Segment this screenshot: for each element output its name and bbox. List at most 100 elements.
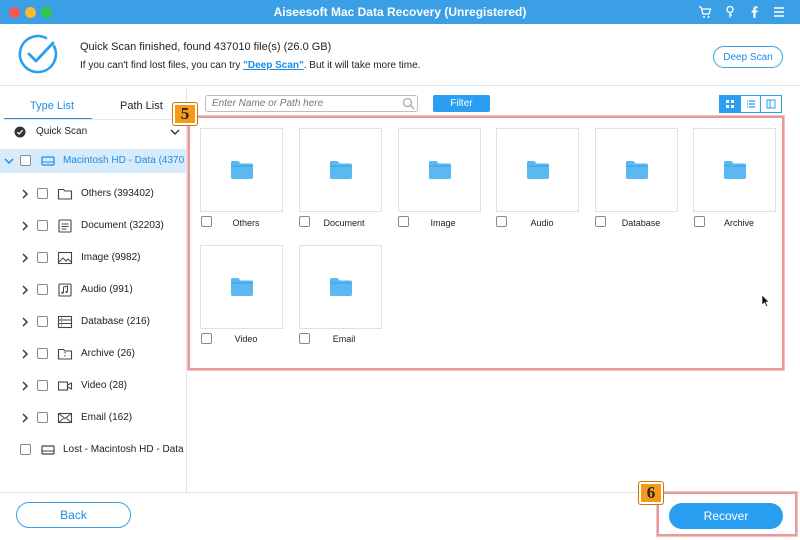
chevron-right-icon[interactable]	[20, 285, 30, 295]
sidebar-item-label: Audio (991)	[81, 284, 133, 295]
detail-view-icon[interactable]	[761, 96, 781, 112]
deep-scan-button[interactable]: Deep Scan	[713, 46, 783, 68]
menu-icon[interactable]	[771, 4, 787, 20]
audio-icon	[57, 283, 73, 297]
deep-scan-hint: If you can't find lost files, you can tr…	[80, 60, 420, 71]
grid-view-icon[interactable]	[720, 96, 741, 112]
window-title: Aiseesoft Mac Data Recovery (Unregistere…	[273, 5, 527, 19]
chevron-right-icon[interactable]	[20, 317, 30, 327]
sidebar-item-document[interactable]: Document (32203)	[0, 214, 186, 238]
back-button[interactable]: Back	[16, 502, 131, 528]
step-badge-6: 6	[639, 482, 663, 504]
mouse-cursor-icon	[761, 294, 770, 308]
quick-scan-row[interactable]: Quick Scan	[0, 120, 186, 144]
sidebar-item-audio[interactable]: Audio (991)	[0, 278, 186, 302]
filter-button[interactable]: Filter	[433, 95, 490, 112]
tile-others[interactable]	[200, 128, 283, 212]
folder-icon	[230, 161, 253, 179]
tile-database[interactable]	[595, 128, 678, 212]
email-icon	[57, 411, 73, 425]
sidebar-item-email[interactable]: Email (162)	[0, 406, 186, 430]
list-view-icon[interactable]	[741, 96, 762, 112]
sidebar-item-label: Archive (26)	[81, 348, 135, 359]
category-checkbox[interactable]	[37, 412, 48, 423]
sidebar-item-others[interactable]: Others (393402)	[0, 182, 186, 206]
hint-suffix: . But it will take more time.	[303, 60, 421, 71]
tile-document[interactable]	[299, 128, 382, 212]
scan-status-header: Quick Scan finished, found 437010 file(s…	[0, 24, 800, 86]
chevron-right-icon[interactable]	[20, 253, 30, 263]
category-checkbox[interactable]	[37, 188, 48, 199]
folder-icon	[625, 161, 648, 179]
chevron-down-icon[interactable]	[4, 156, 14, 166]
view-mode-toggle	[719, 95, 782, 113]
sidebar-item-label: Image (9982)	[81, 252, 141, 263]
tile-audio[interactable]	[496, 128, 579, 212]
sidebar-item-database[interactable]: Database (216)	[0, 310, 186, 334]
scan-complete-check-icon	[18, 34, 58, 74]
drive-label: Macintosh HD - Data (437010	[63, 155, 185, 166]
chevron-down-icon[interactable]	[170, 127, 180, 137]
lost-drive-label: Lost - Macintosh HD - Data (0	[63, 444, 185, 455]
cart-icon[interactable]	[697, 4, 713, 20]
chevron-right-icon[interactable]	[20, 381, 30, 391]
category-checkbox[interactable]	[37, 284, 48, 295]
drive-row-lost[interactable]: Lost - Macintosh HD - Data (0	[0, 438, 186, 462]
tile-archive[interactable]	[693, 128, 776, 212]
tile-label: Image	[430, 218, 456, 228]
chevron-right-icon[interactable]	[20, 413, 30, 423]
drive-checkbox[interactable]	[20, 155, 31, 166]
folder-icon	[230, 278, 253, 296]
category-checkbox[interactable]	[37, 316, 48, 327]
category-checkbox[interactable]	[37, 252, 48, 263]
tile-video[interactable]	[200, 245, 283, 329]
sidebar-item-label: Others (393402)	[81, 188, 154, 199]
checked-circle-icon	[14, 126, 26, 138]
tile-label: Others	[232, 218, 260, 228]
tile-label: Archive	[723, 218, 754, 228]
sidebar-item-video[interactable]: Video (28)	[0, 374, 186, 398]
hint-prefix: If you can't find lost files, you can tr…	[80, 60, 244, 71]
key-icon[interactable]	[722, 4, 738, 20]
hard-drive-icon	[40, 154, 56, 168]
document-icon	[57, 219, 73, 233]
folder-icon	[526, 161, 549, 179]
search-icon[interactable]	[402, 97, 415, 110]
sidebar-item-archive[interactable]: Archive (26)	[0, 342, 186, 366]
tile-label: Document	[323, 218, 365, 228]
hard-drive-icon	[40, 443, 56, 457]
chevron-right-icon[interactable]	[20, 189, 30, 199]
tile-label: Video	[234, 334, 258, 344]
folder-icon	[329, 161, 352, 179]
category-checkbox[interactable]	[37, 380, 48, 391]
recover-button[interactable]: Recover	[669, 503, 783, 529]
tile-label: Email	[332, 334, 356, 344]
file-type-sidebar: Type List Path List Quick Scan Macintosh…	[0, 87, 187, 492]
facebook-icon[interactable]	[746, 4, 762, 20]
sidebar-item-label: Email (162)	[81, 412, 133, 423]
tab-path-list[interactable]: Path List	[120, 100, 163, 112]
video-icon	[57, 379, 73, 393]
database-icon	[57, 315, 73, 329]
category-checkbox[interactable]	[37, 220, 48, 231]
tile-email[interactable]	[299, 245, 382, 329]
category-checkbox[interactable]	[37, 348, 48, 359]
step-badge-5: 5	[173, 103, 197, 125]
sidebar-item-image[interactable]: Image (9982)	[0, 246, 186, 270]
sidebar-tabs: Type List Path List	[0, 87, 187, 120]
sidebar-item-label: Document (32203)	[81, 220, 164, 231]
chevron-right-icon[interactable]	[20, 349, 30, 359]
scan-result-text: Quick Scan finished, found 437010 file(s…	[80, 41, 332, 53]
deep-scan-link[interactable]: "Deep Scan"	[243, 60, 304, 71]
archive-icon	[57, 347, 73, 361]
folder-icon	[57, 187, 73, 201]
drive-row-macintosh-hd[interactable]: Macintosh HD - Data (437010	[0, 149, 186, 173]
tile-image[interactable]	[398, 128, 481, 212]
chevron-right-icon[interactable]	[20, 221, 30, 231]
tab-type-list[interactable]: Type List	[30, 100, 74, 112]
lost-drive-checkbox[interactable]	[20, 444, 31, 455]
folder-icon	[723, 161, 746, 179]
image-icon	[57, 251, 73, 265]
folder-icon	[329, 278, 352, 296]
search-input[interactable]	[205, 95, 418, 112]
